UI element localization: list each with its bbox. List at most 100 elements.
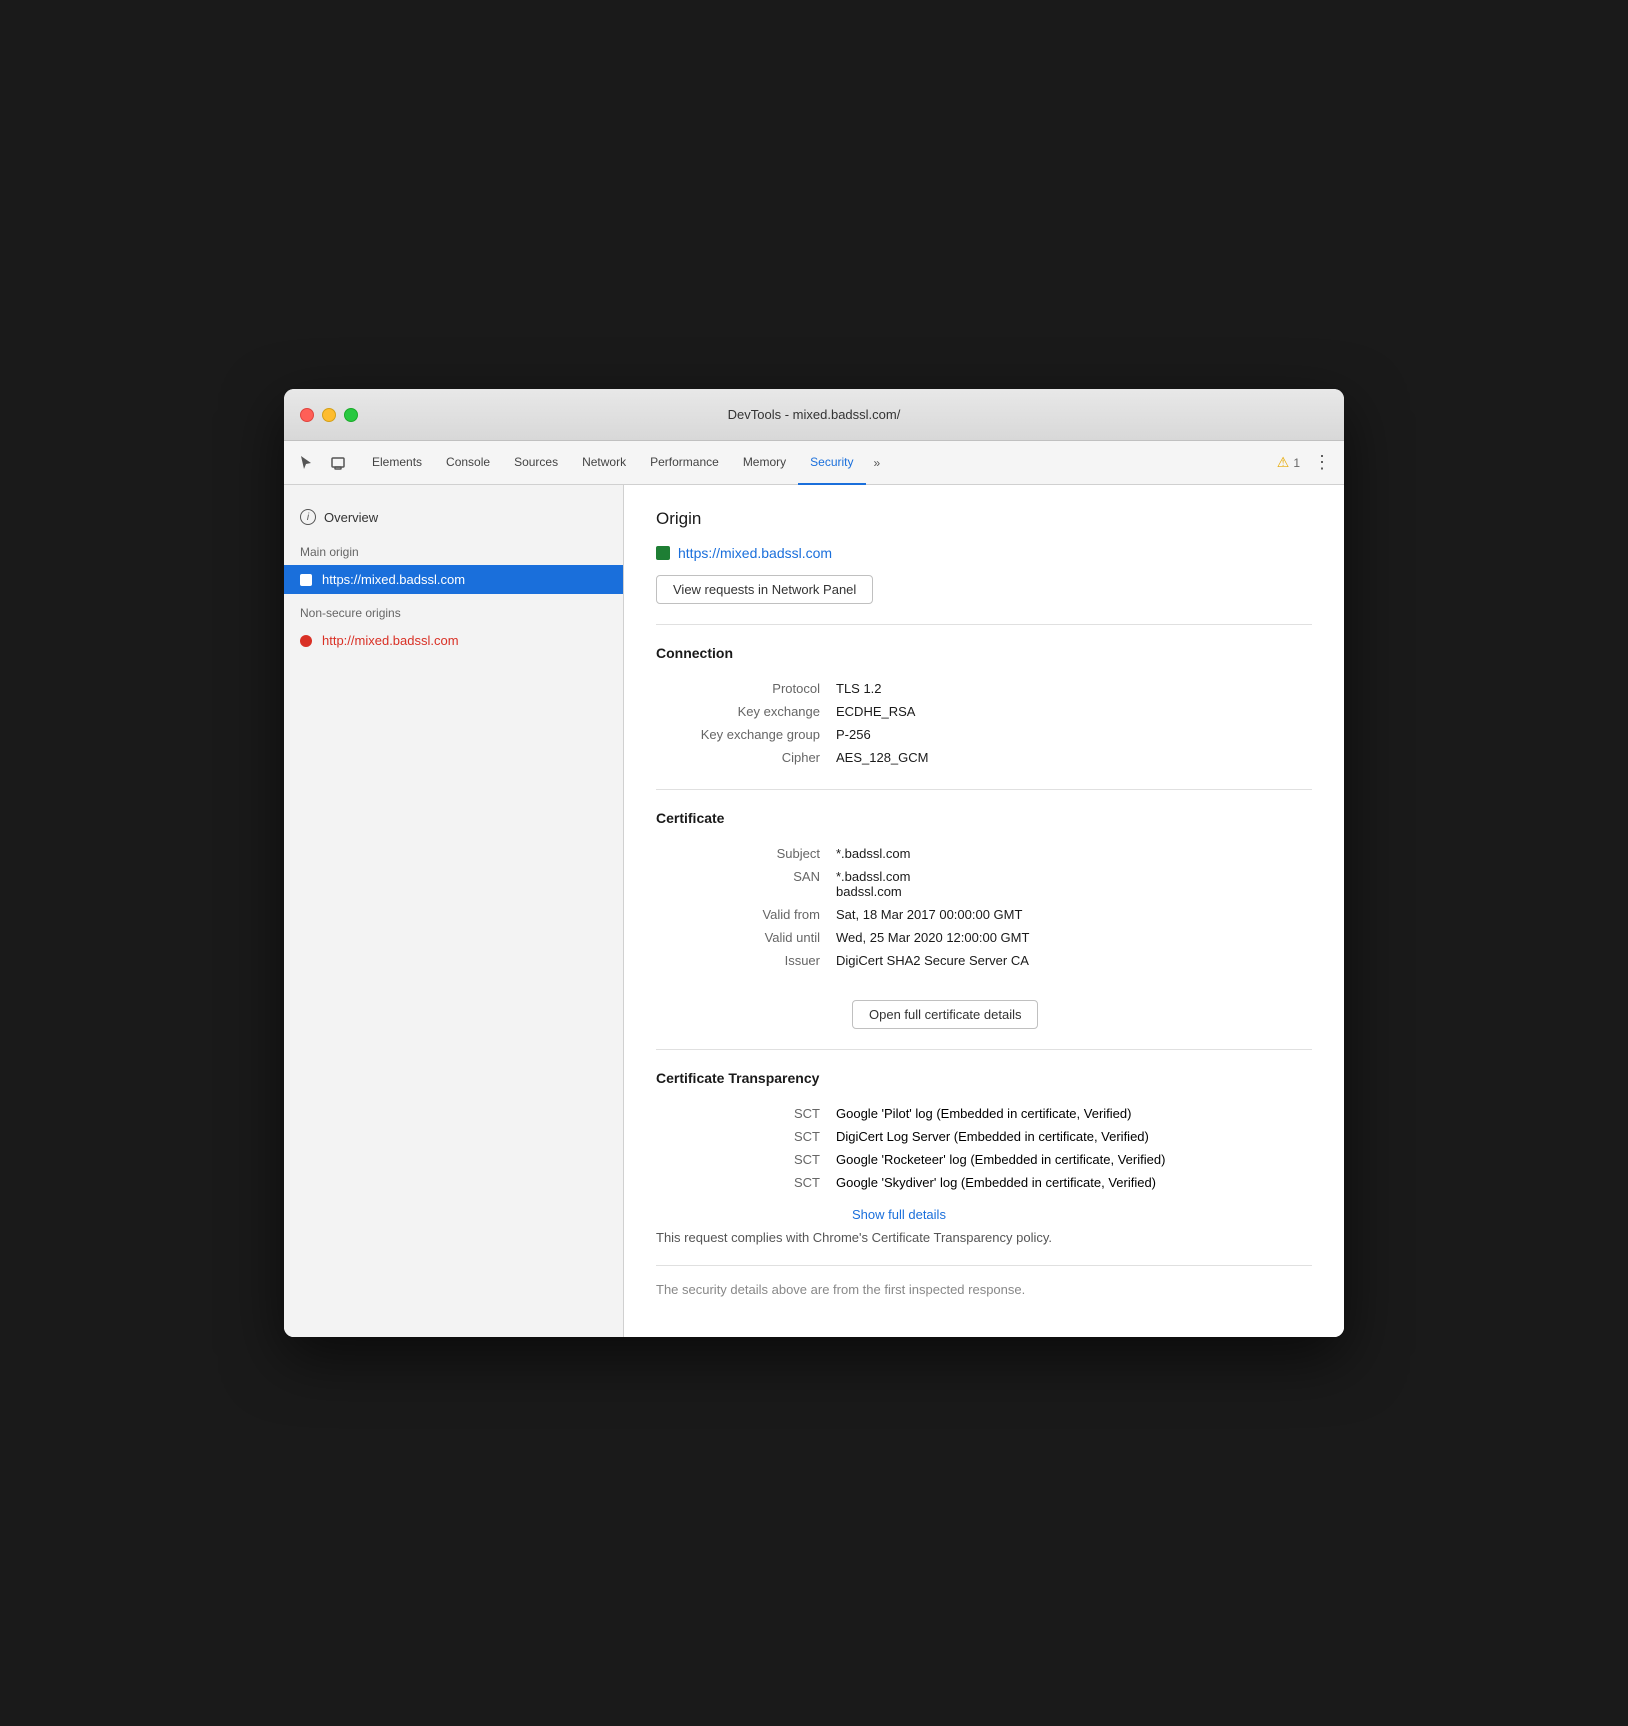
- compliance-text: This request complies with Chrome's Cert…: [656, 1230, 1312, 1245]
- sct-table: SCT Google 'Pilot' log (Embedded in cert…: [656, 1102, 1312, 1194]
- table-row: SCT Google 'Rocketeer' log (Embedded in …: [656, 1148, 1312, 1171]
- protocol-value: TLS 1.2: [836, 677, 1312, 700]
- sidebar-overview[interactable]: i Overview: [284, 501, 623, 533]
- table-row: Subject *.badssl.com: [656, 842, 1312, 865]
- certificate-section: Certificate Subject *.badssl.com SAN *.b…: [656, 810, 1312, 1049]
- san-label: SAN: [656, 865, 836, 903]
- issuer-label: Issuer: [656, 949, 836, 972]
- main-origin-label: Main origin: [284, 533, 623, 565]
- origin-section: Origin https://mixed.badssl.com View req…: [656, 509, 1312, 624]
- devtools-window: DevTools - mixed.badssl.com/ Elements Co…: [284, 389, 1344, 1337]
- table-row: SAN *.badssl.com badssl.com: [656, 865, 1312, 903]
- warning-icon: ⚠: [1277, 454, 1290, 471]
- certificate-title: Certificate: [656, 810, 1312, 826]
- cursor-icon[interactable]: [292, 449, 320, 477]
- san-value: *.badssl.com badssl.com: [836, 865, 1312, 903]
- valid-from-value: Sat, 18 Mar 2017 00:00:00 GMT: [836, 903, 1312, 926]
- toolbar: Elements Console Sources Network Perform…: [284, 441, 1344, 485]
- info-icon: i: [300, 509, 316, 525]
- toolbar-icons: [292, 449, 352, 477]
- tab-sources[interactable]: Sources: [502, 441, 570, 485]
- table-row: Cipher AES_128_GCM: [656, 746, 1312, 769]
- issuer-value: DigiCert SHA2 Secure Server CA: [836, 949, 1312, 972]
- key-exchange-label: Key exchange: [656, 700, 836, 723]
- table-row: Key exchange ECDHE_RSA: [656, 700, 1312, 723]
- warning-count: 1: [1293, 456, 1300, 470]
- cipher-value: AES_128_GCM: [836, 746, 1312, 769]
- origin-url-row: https://mixed.badssl.com: [656, 545, 1312, 561]
- device-icon[interactable]: [324, 449, 352, 477]
- table-row: Protocol TLS 1.2: [656, 677, 1312, 700]
- table-row: Key exchange group P-256: [656, 723, 1312, 746]
- maximize-button[interactable]: [344, 408, 358, 422]
- sct-label-4: SCT: [656, 1171, 836, 1194]
- valid-from-label: Valid from: [656, 903, 836, 926]
- transparency-section: Certificate Transparency SCT Google 'Pil…: [656, 1070, 1312, 1245]
- overview-label: Overview: [324, 510, 378, 525]
- insecure-origin-indicator: [300, 635, 312, 647]
- non-secure-url: http://mixed.badssl.com: [322, 633, 459, 648]
- window-title: DevTools - mixed.badssl.com/: [728, 407, 901, 422]
- divider-1: [656, 624, 1312, 625]
- sct-label-2: SCT: [656, 1125, 836, 1148]
- protocol-label: Protocol: [656, 677, 836, 700]
- footer-note: The security details above are from the …: [656, 1265, 1312, 1313]
- cipher-label: Cipher: [656, 746, 836, 769]
- divider-2: [656, 789, 1312, 790]
- menu-button[interactable]: ⋮: [1308, 449, 1336, 477]
- transparency-title: Certificate Transparency: [656, 1070, 1312, 1086]
- devtools-body: i Overview Main origin https://mixed.bad…: [284, 485, 1344, 1337]
- table-row: Valid until Wed, 25 Mar 2020 12:00:00 GM…: [656, 926, 1312, 949]
- certificate-table: Subject *.badssl.com SAN *.badssl.com ba…: [656, 842, 1312, 972]
- traffic-lights: [300, 408, 358, 422]
- key-exchange-group-label: Key exchange group: [656, 723, 836, 746]
- warning-badge[interactable]: ⚠ 1: [1277, 454, 1300, 471]
- table-row: SCT Google 'Pilot' log (Embedded in cert…: [656, 1102, 1312, 1125]
- sct-label-3: SCT: [656, 1148, 836, 1171]
- main-content: Origin https://mixed.badssl.com View req…: [624, 485, 1344, 1337]
- tab-console[interactable]: Console: [434, 441, 502, 485]
- sidebar-item-main-origin[interactable]: https://mixed.badssl.com: [284, 565, 623, 594]
- valid-until-label: Valid until: [656, 926, 836, 949]
- subject-label: Subject: [656, 842, 836, 865]
- table-row: SCT DigiCert Log Server (Embedded in cer…: [656, 1125, 1312, 1148]
- tab-performance[interactable]: Performance: [638, 441, 731, 485]
- titlebar: DevTools - mixed.badssl.com/: [284, 389, 1344, 441]
- sct-value-3: Google 'Rocketeer' log (Embedded in cert…: [836, 1148, 1312, 1171]
- key-exchange-value: ECDHE_RSA: [836, 700, 1312, 723]
- valid-until-value: Wed, 25 Mar 2020 12:00:00 GMT: [836, 926, 1312, 949]
- tab-elements[interactable]: Elements: [360, 441, 434, 485]
- sidebar-item-non-secure[interactable]: http://mixed.badssl.com: [284, 626, 623, 655]
- sct-label-1: SCT: [656, 1102, 836, 1125]
- origin-title: Origin: [656, 509, 1312, 529]
- sct-value-1: Google 'Pilot' log (Embedded in certific…: [836, 1102, 1312, 1125]
- table-row: Issuer DigiCert SHA2 Secure Server CA: [656, 949, 1312, 972]
- close-button[interactable]: [300, 408, 314, 422]
- non-secure-origins-label: Non-secure origins: [284, 594, 623, 626]
- connection-section: Connection Protocol TLS 1.2 Key exchange…: [656, 645, 1312, 769]
- table-row: Valid from Sat, 18 Mar 2017 00:00:00 GMT: [656, 903, 1312, 926]
- connection-title: Connection: [656, 645, 1312, 661]
- show-full-details-link[interactable]: Show full details: [852, 1207, 946, 1222]
- sct-value-2: DigiCert Log Server (Embedded in certifi…: [836, 1125, 1312, 1148]
- connection-table: Protocol TLS 1.2 Key exchange ECDHE_RSA …: [656, 677, 1312, 769]
- minimize-button[interactable]: [322, 408, 336, 422]
- toolbar-right: ⚠ 1 ⋮: [1277, 449, 1336, 477]
- open-certificate-button[interactable]: Open full certificate details: [852, 1000, 1038, 1029]
- nav-tabs: Elements Console Sources Network Perform…: [360, 441, 1277, 485]
- divider-3: [656, 1049, 1312, 1050]
- more-tabs-button[interactable]: »: [866, 441, 889, 485]
- view-network-button[interactable]: View requests in Network Panel: [656, 575, 873, 604]
- secure-origin-indicator: [300, 574, 312, 586]
- origin-url-link[interactable]: https://mixed.badssl.com: [678, 545, 832, 561]
- main-origin-url: https://mixed.badssl.com: [322, 572, 465, 587]
- table-row: SCT Google 'Skydiver' log (Embedded in c…: [656, 1171, 1312, 1194]
- subject-value: *.badssl.com: [836, 842, 1312, 865]
- sct-value-4: Google 'Skydiver' log (Embedded in certi…: [836, 1171, 1312, 1194]
- tab-memory[interactable]: Memory: [731, 441, 798, 485]
- secure-green-square: [656, 546, 670, 560]
- tab-security[interactable]: Security: [798, 441, 865, 485]
- tab-network[interactable]: Network: [570, 441, 638, 485]
- sidebar: i Overview Main origin https://mixed.bad…: [284, 485, 624, 1337]
- key-exchange-group-value: P-256: [836, 723, 1312, 746]
